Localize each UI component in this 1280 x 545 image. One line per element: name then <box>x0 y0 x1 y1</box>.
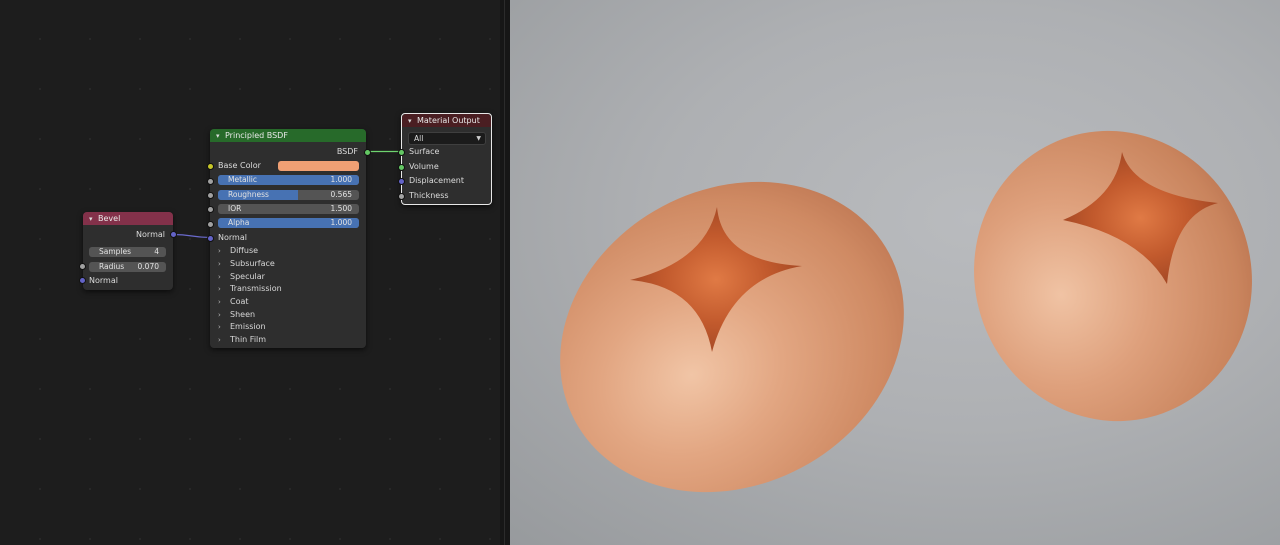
bevel-node-title: Bevel <box>98 214 121 223</box>
panel-specular-label: Specular <box>230 272 265 281</box>
roughness-label: Roughness <box>228 190 269 199</box>
ior-value: 1.500 <box>330 204 352 213</box>
volume-socket[interactable] <box>398 164 405 171</box>
panel-emission[interactable]: › Emission <box>218 321 266 333</box>
metallic-slider[interactable]: Metallic 1.000 <box>218 175 359 185</box>
panel-sheen[interactable]: › Sheen <box>218 309 255 321</box>
displacement-label: Displacement <box>409 176 464 185</box>
bevel-samples-label: Samples <box>99 247 132 256</box>
panel-coat[interactable]: › Coat <box>218 296 249 308</box>
output-target-select[interactable]: All ▼ <box>408 132 486 145</box>
metallic-label: Metallic <box>228 175 257 184</box>
panel-emission-label: Emission <box>230 322 266 331</box>
node-editor[interactable]: ▾ Bevel Normal Samples 4 Radius 0.070 Nor… <box>0 0 500 545</box>
surface-label: Surface <box>409 147 440 156</box>
panel-thin-film-label: Thin Film <box>230 335 267 344</box>
link-bevel-to-bsdf-normal <box>172 233 211 239</box>
panel-subsurface[interactable]: › Subsurface <box>218 258 275 270</box>
bevel-node-header[interactable]: ▾ Bevel <box>83 212 173 225</box>
chevron-right-icon: › <box>218 247 221 255</box>
bsdf-normal-socket[interactable] <box>207 235 214 242</box>
bevel-radius-field[interactable]: Radius 0.070 <box>89 262 166 272</box>
base-color-socket[interactable] <box>207 163 214 170</box>
output-node-header[interactable]: ▾ Material Output <box>402 114 491 127</box>
output-node-title: Material Output <box>417 116 480 125</box>
panel-transmission-label: Transmission <box>230 284 282 293</box>
area-splitter[interactable] <box>500 0 510 545</box>
panel-thin-film[interactable]: › Thin Film <box>218 334 266 346</box>
bevel-radius-input-socket[interactable] <box>79 263 86 270</box>
bevel-radius-label: Radius <box>99 262 125 271</box>
metallic-value: 1.000 <box>330 175 352 184</box>
material-output-node[interactable]: ▾ Material Output All ▼ Surface Volume Di… <box>401 113 492 205</box>
chevron-down-icon[interactable]: ▾ <box>89 213 98 226</box>
ior-field[interactable]: IOR 1.500 <box>218 204 359 214</box>
bsdf-normal-label: Normal <box>218 233 247 242</box>
principled-bsdf-node[interactable]: ▾ Principled BSDF BSDF Base Color Metalli… <box>210 129 366 348</box>
bsdf-node-header[interactable]: ▾ Principled BSDF <box>210 129 366 142</box>
alpha-label: Alpha <box>228 218 250 227</box>
chevron-down-icon[interactable]: ▾ <box>408 115 417 128</box>
base-color-swatch[interactable] <box>278 161 359 171</box>
bevel-normal-output-socket[interactable] <box>170 231 177 238</box>
panel-diffuse-label: Diffuse <box>230 246 259 255</box>
alpha-socket[interactable] <box>207 221 214 228</box>
dropdown-arrow-icon: ▼ <box>476 135 481 142</box>
displacement-socket[interactable] <box>398 178 405 185</box>
panel-transmission[interactable]: › Transmission <box>218 283 282 295</box>
panel-subsurface-label: Subsurface <box>230 259 275 268</box>
chevron-right-icon: › <box>218 273 221 281</box>
chevron-right-icon: › <box>218 323 221 331</box>
output-target-value: All <box>414 134 424 143</box>
render-viewport[interactable] <box>510 0 1280 545</box>
bsdf-node-title: Principled BSDF <box>225 131 288 140</box>
roughness-slider[interactable]: Roughness 0.565 <box>218 190 359 200</box>
bsdf-output-socket[interactable] <box>364 149 371 156</box>
thickness-socket[interactable] <box>398 193 405 200</box>
bevel-node[interactable]: ▾ Bevel Normal Samples 4 Radius 0.070 Nor… <box>83 212 173 290</box>
ior-label: IOR <box>228 204 242 213</box>
panel-diffuse[interactable]: › Diffuse <box>218 245 258 257</box>
bevel-radius-value: 0.070 <box>137 262 159 271</box>
surface-socket[interactable] <box>398 149 405 156</box>
chevron-right-icon: › <box>218 298 221 306</box>
roughness-socket[interactable] <box>207 192 214 199</box>
panel-specular[interactable]: › Specular <box>218 271 265 283</box>
bevel-samples-value: 4 <box>154 247 159 256</box>
alpha-value: 1.000 <box>330 218 352 227</box>
chevron-right-icon: › <box>218 336 221 344</box>
bevel-output-normal-label: Normal <box>136 230 165 239</box>
bevel-input-normal-label: Normal <box>89 276 118 285</box>
panel-coat-label: Coat <box>230 297 249 306</box>
alpha-slider[interactable]: Alpha 1.000 <box>218 218 359 228</box>
right-egg <box>974 130 1252 422</box>
chevron-right-icon: › <box>218 311 221 319</box>
panel-sheen-label: Sheen <box>230 310 256 319</box>
chevron-down-icon[interactable]: ▾ <box>216 130 225 143</box>
bevel-samples-field[interactable]: Samples 4 <box>89 247 166 257</box>
chevron-right-icon: › <box>218 260 221 268</box>
volume-label: Volume <box>409 162 439 171</box>
roughness-value: 0.565 <box>330 190 352 199</box>
chevron-right-icon: › <box>218 285 221 293</box>
metallic-socket[interactable] <box>207 178 214 185</box>
thickness-label: Thickness <box>409 191 449 200</box>
bevel-normal-input-socket[interactable] <box>79 277 86 284</box>
rendered-scene <box>560 130 1252 493</box>
left-egg <box>560 181 904 493</box>
ior-socket[interactable] <box>207 206 214 213</box>
base-color-label: Base Color <box>218 161 261 170</box>
bsdf-output-label: BSDF <box>336 147 358 156</box>
